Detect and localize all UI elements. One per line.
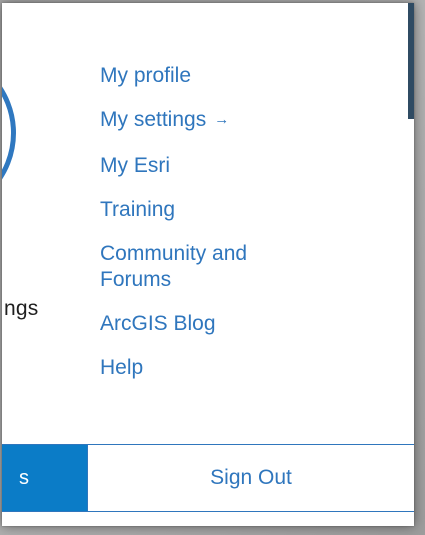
my-esri-label: My Esri <box>100 154 170 177</box>
settings-button-fragment[interactable]: s <box>2 445 87 511</box>
community-forums-link[interactable]: Community and Forums <box>100 241 300 293</box>
avatar-ring-icon <box>2 49 16 217</box>
menu-footer: s Sign Out <box>2 444 414 512</box>
my-profile-label: My profile <box>100 64 192 87</box>
sign-out-button[interactable]: Sign Out <box>87 445 414 511</box>
account-menu-panel: ngs My profile My settings → My Esri Trai… <box>2 3 414 526</box>
my-settings-label: My settings <box>100 108 207 131</box>
settings-label-fragment: ngs <box>4 297 39 320</box>
arcgis-blog-label: ArcGIS Blog <box>100 312 216 335</box>
account-links-menu: My profile My settings → My Esri Training <box>100 63 300 399</box>
screenshot-backdrop: ngs My profile My settings → My Esri Trai… <box>0 0 425 535</box>
header-strip <box>408 3 414 119</box>
community-forums-label: Community and Forums <box>100 242 248 291</box>
arcgis-blog-link[interactable]: ArcGIS Blog <box>100 311 300 337</box>
arrow-right-icon: → <box>214 111 230 128</box>
my-esri-link[interactable]: My Esri <box>100 153 300 179</box>
sign-out-label: Sign Out <box>210 466 292 489</box>
training-link[interactable]: Training <box>100 197 300 223</box>
my-settings-link[interactable]: My settings → <box>100 107 300 135</box>
settings-button-label: s <box>19 466 29 489</box>
training-label: Training <box>100 198 176 221</box>
help-link[interactable]: Help <box>100 355 300 381</box>
help-label: Help <box>100 356 144 379</box>
my-profile-link[interactable]: My profile <box>100 63 300 89</box>
